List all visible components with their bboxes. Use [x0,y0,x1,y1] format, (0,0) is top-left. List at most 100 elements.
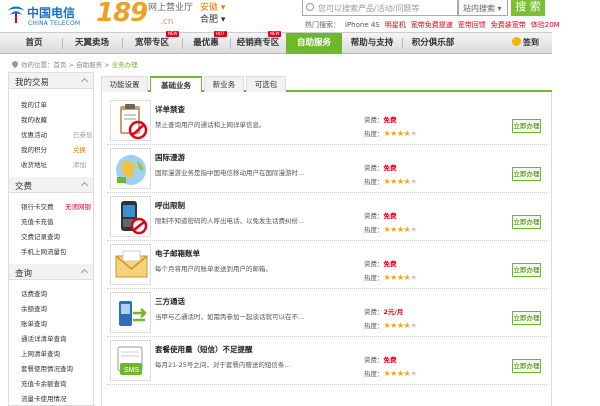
apply-now-button[interactable]: 立即办理 [512,359,541,373]
sidebar-item-label: 通话详清单查询 [21,335,67,343]
sidebar-item-recharge-balance-query[interactable]: 充值卡余额查询 [21,378,67,388]
hot-search-bar: 热门搜索： iPhone 4S 明星机 宽带免费提速 宽带回馈 免费装宽带 体验20M [305,20,565,30]
nav-help-support[interactable]: 帮助与支持 [344,33,400,54]
hot-search-term[interactable]: iPhone 4S [345,21,380,29]
sidebar-item-call-detail-query[interactable]: 通话详清单查询 [21,333,67,343]
sidebar-item-bank-card-payment[interactable]: 银行卡交费 无须网银 [21,201,91,211]
service-title[interactable]: 国际漫游 [155,152,185,163]
sidebar-item-label: 账单查询 [21,320,47,328]
hot-search-term[interactable]: 宽带回馈 [458,21,486,29]
nav-new-badge: NEW [166,31,180,37]
sidebar-item-note[interactable]: 兑换 [73,144,86,154]
sidebar-section-payment[interactable]: 交费 [9,177,93,193]
service-heat: 热度：★★★★★ [364,272,417,282]
hot-search-term[interactable]: 明星机 [385,21,406,29]
search-scope-select[interactable]: 站内搜索 ▾ [458,0,508,16]
nav-tianyi-mall[interactable]: 天翼卖场 [64,33,120,54]
brand-189[interactable]: 189 [96,0,148,28]
clipboard-forbid-icon [110,100,151,141]
apply-now-button[interactable]: 立即办理 [512,119,541,133]
apply-now-button[interactable]: 立即办理 [512,263,541,277]
sidebar-item-fee-query[interactable]: 话费查询 [21,288,47,298]
sidebar-item-my-points[interactable]: 我的积分 兑换 [21,144,86,154]
hot-search-term[interactable]: 免费装宽带 [491,21,526,29]
service-title[interactable]: 三方通话 [155,296,185,307]
fee-label: 资费： [364,308,384,316]
fee-label: 资费： [364,212,384,220]
star-icon: ★ [390,177,397,186]
sidebar-section-my-transactions[interactable]: 我的交易 [9,73,93,89]
sidebar-item-balance-query[interactable]: 余额查询 [21,303,47,313]
tab-optional-packages[interactable]: 可选包 [246,76,286,92]
service-heat: 热度：★★★★★ [364,368,417,378]
globe-map-icon [110,148,151,189]
star-icon: ★ [390,369,397,378]
apply-now-button[interactable]: 立即办理 [512,167,541,181]
service-title[interactable]: 详单禁查 [155,104,185,115]
hot-search-term[interactable]: 宽带免费提速 [411,21,453,29]
nav-divider [230,38,231,49]
sidebar-item-label: 手机上网流量包 [21,248,67,256]
phone-forbid-icon [110,196,151,237]
sidebar-item-promotions[interactable]: 优惠活动 已参加 [21,129,93,139]
search-input[interactable]: 您可以搜索产品/活动/问题等 [302,0,458,16]
tab-basic-services[interactable]: 基础业务 [150,76,202,92]
sidebar-section-query[interactable]: 查询 [9,264,93,280]
sidebar-item-data-pack[interactable]: 手机上网流量包 [21,246,67,256]
apply-now-button[interactable]: 立即办理 [512,311,541,325]
tab-new-services[interactable]: 新业务 [204,76,244,92]
fee-label: 资费： [364,116,384,124]
svg-text:SMS: SMS [124,367,140,374]
heat-label: 热度： [364,130,384,138]
sidebar-item-note: 无须网银 [65,203,91,211]
heat-label: 热度： [364,226,384,234]
nav-divider [402,38,403,49]
city-selector[interactable]: 合肥 ▾ [200,12,225,25]
sidebar-item-payment-history[interactable]: 交费记录查询 [21,231,60,241]
fee-value: 免费 [383,164,397,172]
sidebar-item-recharge-card[interactable]: 充值卡充值 [21,216,54,226]
sidebar-item-plan-usage-query[interactable]: 套餐使用情况查询 [21,363,73,373]
sign-in-label: 签到 [523,38,539,47]
heat-stars: ★★★★★ [384,177,418,186]
collapse-arrow-icon[interactable] [80,77,89,86]
collapse-arrow-icon[interactable] [80,181,89,190]
sidebar-item-data-card-usage[interactable]: 流量卡使用情况 [21,393,67,403]
service-list: 详单禁查 禁止查询用户的通话和上网详单信息。 资费：免费 热度：★★★★★ 立即… [101,92,552,406]
service-heat: 热度：★★★★★ [364,224,417,234]
breadcrumb-path[interactable]: 你的位置：首页 > 自助服务 > [21,61,112,69]
sidebar-item-label: 银行卡交费 [21,203,54,211]
breadcrumb: 你的位置：首页 > 自助服务 > 业务办理 [10,59,138,69]
nav-home[interactable]: 首页 [8,33,60,54]
tab-function-settings[interactable]: 功能设置 [101,76,148,92]
service-title[interactable]: 套餐使用量（短信）不足提醒 [155,344,253,355]
service-title[interactable]: 呼出限制 [155,200,185,211]
nav-self-service[interactable]: 自助服务 [286,33,342,54]
heat-label: 热度： [364,370,384,378]
sidebar-item-label: 我的订单 [21,101,47,109]
hot-search-term[interactable]: 体验20M [531,21,560,29]
sidebar-section-title: 查询 [15,269,33,279]
sidebar-item-my-favorites[interactable]: 我的收藏 [21,114,47,124]
sidebar-item-note[interactable]: 添加 [73,159,86,169]
star-icon: ★ [390,321,397,330]
heat-label: 热度： [364,322,384,330]
collapse-arrow-icon[interactable] [80,268,89,277]
sidebar-item-label: 套餐使用情况查询 [21,365,73,373]
service-title[interactable]: 电子邮箱账单 [155,248,200,259]
nav-hot-badge: HOT [214,31,227,37]
service-heat: 热度：★★★★★ [364,176,417,186]
sidebar-item-internet-detail-query[interactable]: 上网清单查询 [21,348,60,358]
service-fee: 资费：免费 [364,210,397,220]
sidebar-item-label: 上网清单查询 [21,350,60,358]
apply-now-button[interactable]: 立即办理 [512,215,541,229]
service-desc: 禁止查询用户的通话和上网详单信息。 [155,121,266,129]
star-icon: ★ [390,273,397,282]
sign-in-button[interactable]: 签到 [512,37,539,48]
sidebar-item-shipping-address[interactable]: 收货地址 添加 [21,159,86,169]
nav-points-club[interactable]: 积分俱乐部 [404,33,462,54]
search-button[interactable]: 搜 索 [511,0,545,16]
china-telecom-logo[interactable]: 中国电信 CHINA TELECOM [5,2,95,30]
sidebar-item-bill-query[interactable]: 账单查询 [21,318,47,328]
sidebar-item-my-orders[interactable]: 我的订单 [21,99,47,109]
